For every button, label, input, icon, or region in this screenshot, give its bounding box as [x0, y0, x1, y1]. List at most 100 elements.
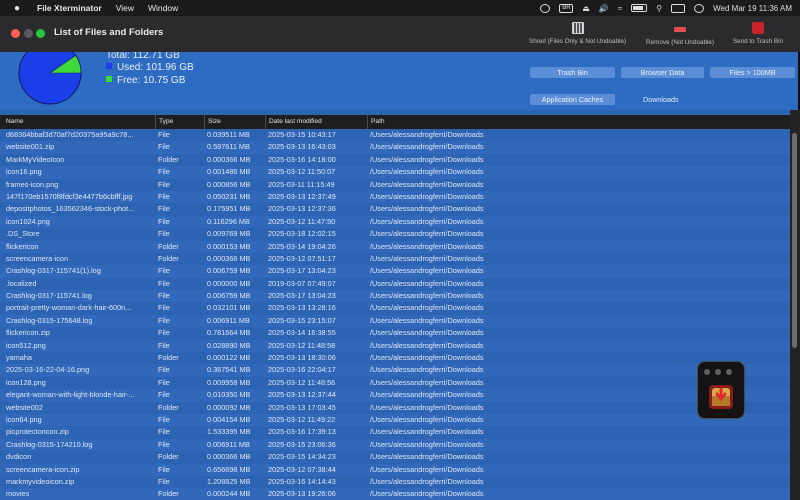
cell-type: Folder	[158, 253, 179, 263]
cell-path: /Users/alessandrogferri/Downloads	[370, 167, 484, 177]
table-row[interactable]: 2025-03-16-22-04-16.png File 0.367541 MB 20…	[0, 364, 790, 377]
table-row[interactable]: .DS_Store File 0.009769 MB 2025-03-18 12:02…	[0, 228, 790, 240]
application-caches-button[interactable]: Application Caches	[530, 94, 615, 105]
trash-bin-button[interactable]: Trash Bin	[530, 67, 615, 78]
table-row[interactable]: icon1024.png File 0.116296 MB 2025-03-12 11…	[0, 215, 790, 229]
zoom-button[interactable]	[36, 29, 45, 38]
column-type-header[interactable]: Type	[155, 115, 205, 129]
menu-view[interactable]: View	[116, 3, 134, 13]
menu-window[interactable]: Window	[148, 3, 178, 13]
table-row[interactable]: d68364bbaf3d70af7d20375a95a9c78... File 0.…	[0, 129, 790, 141]
play-icon[interactable]	[540, 3, 551, 13]
cell-date: 2025-03-14 16:38:55	[268, 328, 336, 338]
cell-date: 2025-03-13 13:28:16	[268, 303, 336, 313]
table-row[interactable]: website002 Folder 0.000092 MB 2025-03-13 17…	[0, 402, 790, 414]
cell-date: 2025-03-15 23:06:36	[268, 439, 336, 449]
cell-date: 2025-03-14 19:04:26	[268, 241, 336, 251]
trash-label: Send to Trash Bin	[732, 38, 784, 45]
table-row[interactable]: markmyvideoicon.zip File 1.208825 MB 2025-0…	[0, 476, 790, 488]
table-row[interactable]: MarkMyVideoIcon Folder 0.000366 MB 2025-03-…	[0, 154, 790, 166]
table-row[interactable]: depositphotos_163562346-stock-phot... Fil…	[0, 203, 790, 215]
table-row[interactable]: screencamera-icon Folder 0.000366 MB 2025-0…	[0, 253, 790, 265]
cell-type: File	[158, 377, 170, 387]
scrollbar-thumb[interactable]	[792, 133, 797, 348]
eject-icon[interactable]: ⏏	[582, 4, 590, 13]
cell-date: 2025-03-12 11:49:22	[268, 414, 336, 424]
files-table: Name Type Size Date last modified Path d…	[0, 110, 800, 500]
apple-menu-icon[interactable]: ●	[11, 3, 23, 14]
cell-path: /Users/alessandrogferri/Downloads	[370, 452, 484, 462]
cell-path: /Users/alessandrogferri/Downloads	[370, 464, 484, 474]
volume-icon[interactable]: 🔊	[599, 4, 609, 13]
clock[interactable]: Wed Mar 19 11:36 AM	[713, 4, 792, 13]
table-row[interactable]: icon16.png File 0.001486 MB 2025-03-12 11:5…	[0, 166, 790, 179]
column-date-header[interactable]: Date last modified	[265, 115, 367, 129]
remove-label: Remove (Not Undoable)	[646, 39, 714, 46]
cell-date: 2025-03-15 10:43:17	[268, 130, 336, 139]
cell-path: /Users/alessandrogferri/Downloads	[370, 489, 484, 499]
wifi-icon[interactable]: ≈	[618, 4, 622, 13]
free-value: Free: 10.75 GB	[117, 75, 186, 86]
send-to-trash-button[interactable]: Send to Trash Bin	[727, 22, 789, 45]
widget-close-dot[interactable]	[704, 369, 710, 375]
table-row[interactable]: yamaha Folder 0.000122 MB 2025-03-13 18:30:…	[0, 352, 790, 364]
cell-path: /Users/alessandrogferri/Downloads	[370, 216, 484, 226]
cell-name: flickericon.zip	[6, 328, 50, 338]
cell-path: /Users/alessandrogferri/Downloads	[370, 229, 484, 239]
siri-icon[interactable]	[694, 3, 705, 13]
control-center-icon[interactable]	[671, 3, 686, 13]
close-button[interactable]	[11, 29, 20, 38]
table-row[interactable]: portrait-pretty-woman-dark-hair-600n... F…	[0, 302, 790, 314]
table-row[interactable]: website001.zip File 0.597611 MB 2025-03-13 …	[0, 141, 790, 154]
cell-size: 0.000000 MB	[207, 278, 251, 288]
table-row[interactable]: screencamera-icon.zip File 0.656698 MB 2025…	[0, 463, 790, 476]
column-path-header[interactable]: Path	[367, 115, 790, 129]
cell-type: File	[158, 315, 170, 325]
table-row[interactable]: picprotectoricon.zip File 1.533395 MB 2025-…	[0, 426, 790, 438]
battery-icon[interactable]	[631, 4, 648, 12]
table-row[interactable]: icon128.png File 0.009958 MB 2025-03-12 11:…	[0, 377, 790, 389]
cell-path: /Users/alessandrogferri/Downloads	[370, 154, 484, 164]
downloads-button[interactable]: Downloads	[643, 95, 679, 104]
table-row[interactable]: Crashlog-0315-175648.log File 0.006911 MB 2…	[0, 314, 790, 328]
table-row[interactable]: 147f170eb1570f8fdcf3e4477b6cbfff.jpg File…	[0, 190, 790, 204]
cell-size: 0.032101 MB	[207, 303, 251, 313]
table-row[interactable]: Crashlog-0315-174210.log File 0.006911 MB 2…	[0, 438, 790, 452]
trash-icon	[752, 22, 764, 34]
table-row[interactable]: Crashlog-0317-115741(1).log File 0.006759 …	[0, 265, 790, 278]
column-size-header[interactable]: Size	[204, 115, 264, 129]
files-over-100mb-button[interactable]: Files > 100MB	[710, 67, 795, 78]
app-menu[interactable]: File Xterminator	[37, 3, 102, 13]
column-name-header[interactable]: Name	[6, 115, 156, 129]
app-window: List of Files and Folders Shred (Files O…	[0, 16, 800, 500]
table-row[interactable]: Crashlog-0317-115741.log File 0.006759 MB 2…	[0, 290, 790, 303]
cell-date: 2025-03-13 18:30:06	[268, 353, 336, 363]
table-row[interactable]: elegant-woman-with-light-blonde-hair-...…	[0, 389, 790, 402]
search-icon[interactable]: ⚲	[656, 4, 662, 13]
minimize-button[interactable]	[24, 29, 33, 38]
table-row[interactable]: icon512.png File 0.028890 MB 2025-03-12 11:…	[0, 339, 790, 353]
table-row[interactable]: movies Folder 0.000244 MB 2025-03-13 19:26:…	[0, 488, 790, 500]
table-row[interactable]: dvdicon Folder 0.000366 MB 2025-03-15 14:34…	[0, 451, 790, 463]
table-row[interactable]: flickericon.zip File 0.781664 MB 2025-03-14…	[0, 327, 790, 339]
browser-data-button[interactable]: Browser Data	[621, 67, 704, 78]
widget-max-dot[interactable]	[726, 369, 732, 375]
table-header: Name Type Size Date last modified Path	[0, 115, 790, 129]
cell-path: /Users/alessandrogferri/Downloads	[370, 179, 484, 189]
vertical-scrollbar[interactable]	[790, 110, 800, 500]
input-source-icon[interactable]: BR	[559, 3, 574, 13]
table-row[interactable]: .localized File 0.000000 MB 2019-03-07 07:4…	[0, 278, 790, 290]
table-row[interactable]: flickericon Folder 0.000153 MB 2025-03-14 1…	[0, 240, 790, 253]
cell-size: 0.010350 MB	[207, 390, 251, 400]
table-row[interactable]: icon64.png File 0.004154 MB 2025-03-12 11:4…	[0, 413, 790, 427]
shredder-download-icon	[709, 385, 733, 409]
cell-path: /Users/alessandrogferri/Downloads	[370, 414, 484, 424]
floating-drop-widget[interactable]	[697, 361, 745, 419]
cell-path: /Users/alessandrogferri/Downloads	[370, 303, 484, 313]
widget-min-dot[interactable]	[715, 369, 721, 375]
cell-name: website001.zip	[6, 142, 55, 152]
remove-button[interactable]: Remove (Not Undoable)	[640, 22, 720, 46]
table-row[interactable]: frames-icon.png File 0.000856 MB 2025-03-11…	[0, 179, 790, 191]
cell-path: /Users/alessandrogferri/Downloads	[370, 266, 484, 276]
shred-button[interactable]: Shred (Files Only & Not Undoable)	[520, 22, 635, 45]
